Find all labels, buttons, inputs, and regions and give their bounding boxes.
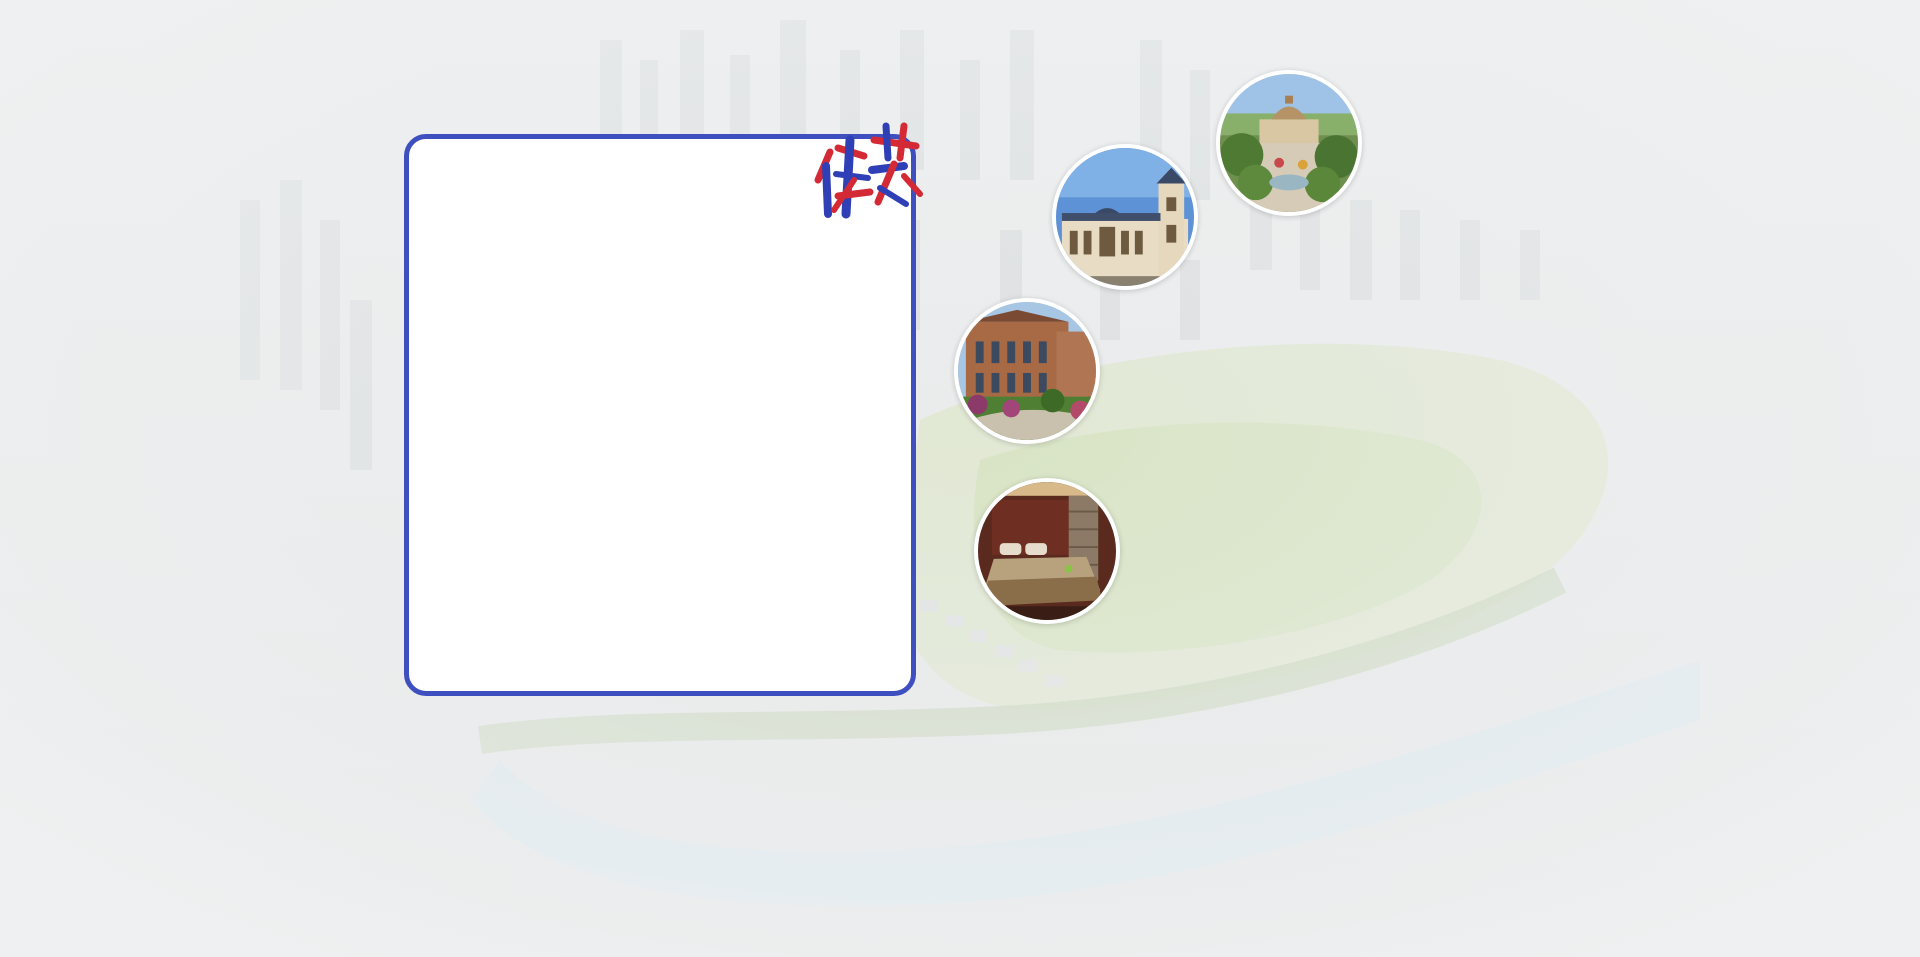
brick-mansion-image bbox=[958, 302, 1096, 440]
photo-bubble-garden-pavilion[interactable] bbox=[1216, 70, 1362, 216]
photo-bubble-clubhouse[interactable] bbox=[1052, 144, 1198, 290]
photo-bubble-mansion[interactable] bbox=[954, 298, 1100, 444]
badge-text: 佳苑 bbox=[808, 118, 810, 119]
hotel-bedroom-image bbox=[978, 482, 1116, 620]
page-stage: 佳苑 bbox=[0, 0, 1920, 957]
garden-pavilion-image bbox=[1220, 74, 1358, 212]
calligraphy-badge-logo: 佳苑 bbox=[808, 118, 923, 219]
aerial-city-background bbox=[0, 0, 1920, 957]
clubhouse-facade-image bbox=[1056, 148, 1194, 286]
photo-bubble-bedroom[interactable] bbox=[974, 478, 1120, 624]
